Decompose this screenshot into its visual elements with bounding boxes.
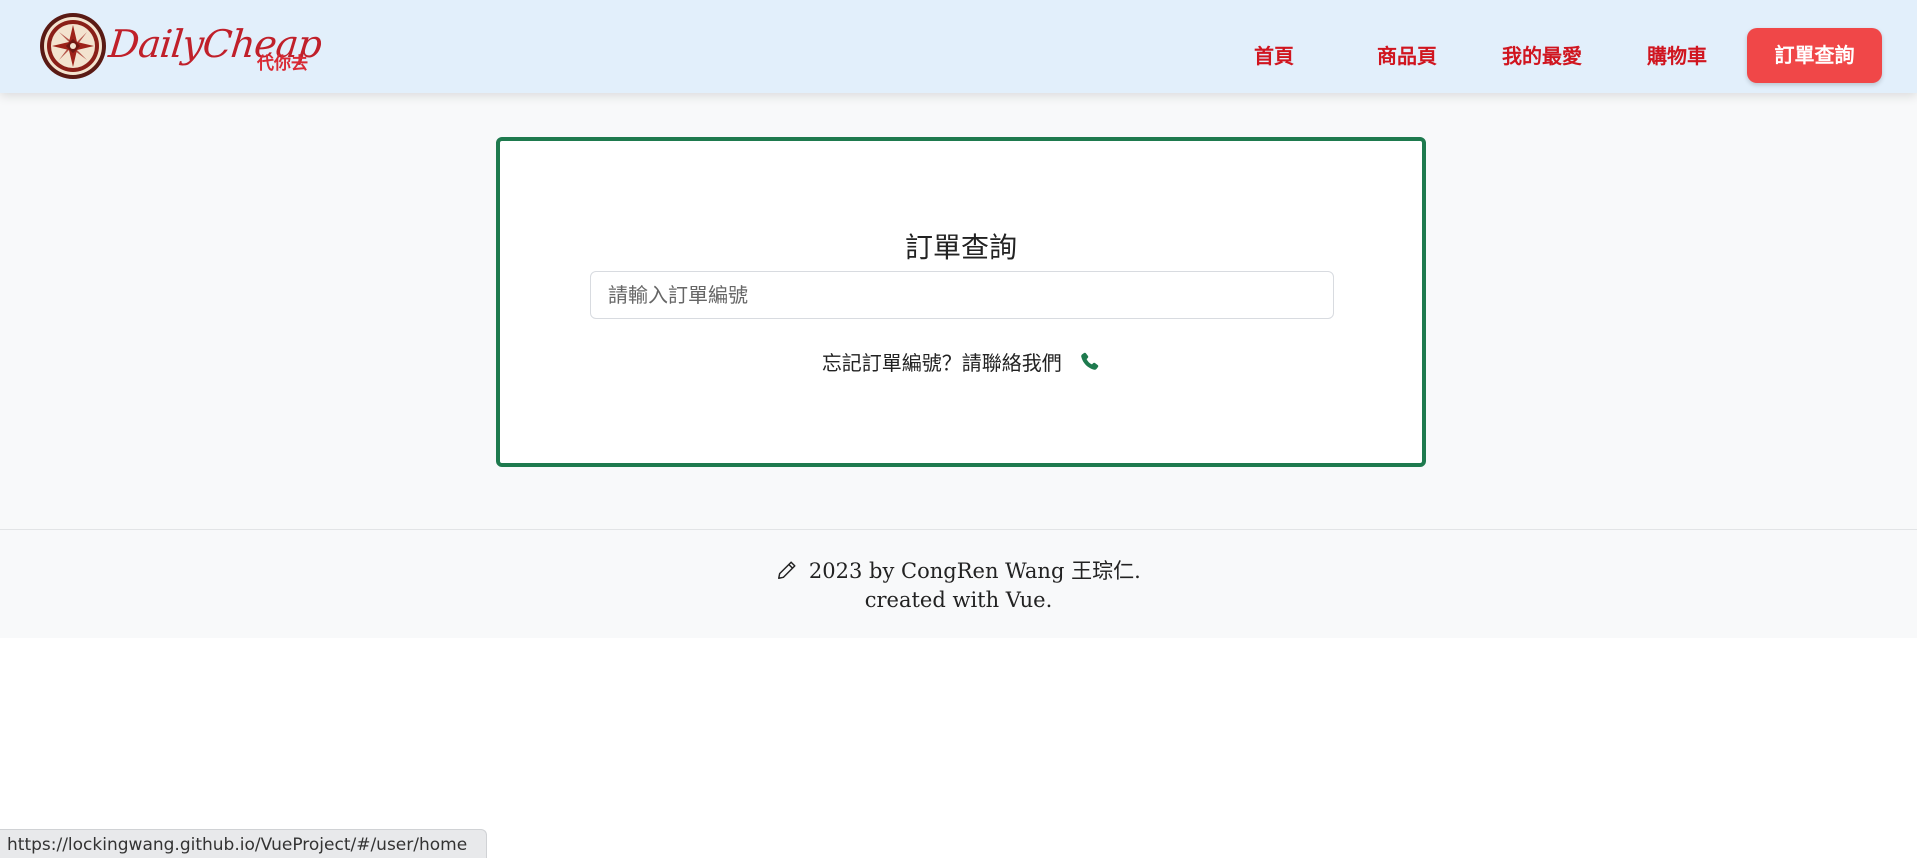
- order-number-input[interactable]: [590, 271, 1334, 319]
- footer-made-with: created with Vue.: [864, 588, 1053, 612]
- footer: 2023 by CongRen Wang 王琮仁. created with V…: [0, 529, 1917, 638]
- order-search-title: 訂單查詢: [904, 231, 1017, 264]
- nav-order-search-button[interactable]: 訂單查詢: [1747, 28, 1882, 83]
- nav-cart[interactable]: 購物車: [1647, 40, 1707, 69]
- nav-products[interactable]: 商品頁: [1377, 40, 1437, 69]
- brand-emblem-icon: [39, 12, 107, 80]
- contact-help-text: 忘記訂單編號？請聯絡我們: [821, 351, 1062, 375]
- footer-credit: 2023 by CongRen Wang 王琮仁.: [808, 559, 1141, 583]
- pencil-icon: [776, 559, 798, 586]
- order-search-card: 訂單查詢 忘記訂單編號？請聯絡我們: [496, 137, 1426, 467]
- browser-status-url: https://lockingwang.github.io/VueProject…: [0, 829, 487, 858]
- footer-credit-row: 2023 by CongRen Wang 王琮仁.: [0, 555, 1917, 586]
- brand-logo[interactable]: DailyCheap 代你去: [39, 12, 323, 82]
- contact-help-row: 忘記訂單編號？請聯絡我們: [500, 347, 1422, 378]
- nav-home[interactable]: 首頁: [1254, 40, 1294, 69]
- navbar: DailyCheap 代你去 首頁 商品頁 我的最愛 購物車 訂單查詢: [0, 0, 1917, 93]
- nav-favorites[interactable]: 我的最愛: [1502, 40, 1582, 69]
- brand-tagline: 代你去: [257, 54, 308, 74]
- phone-icon[interactable]: [1078, 351, 1100, 378]
